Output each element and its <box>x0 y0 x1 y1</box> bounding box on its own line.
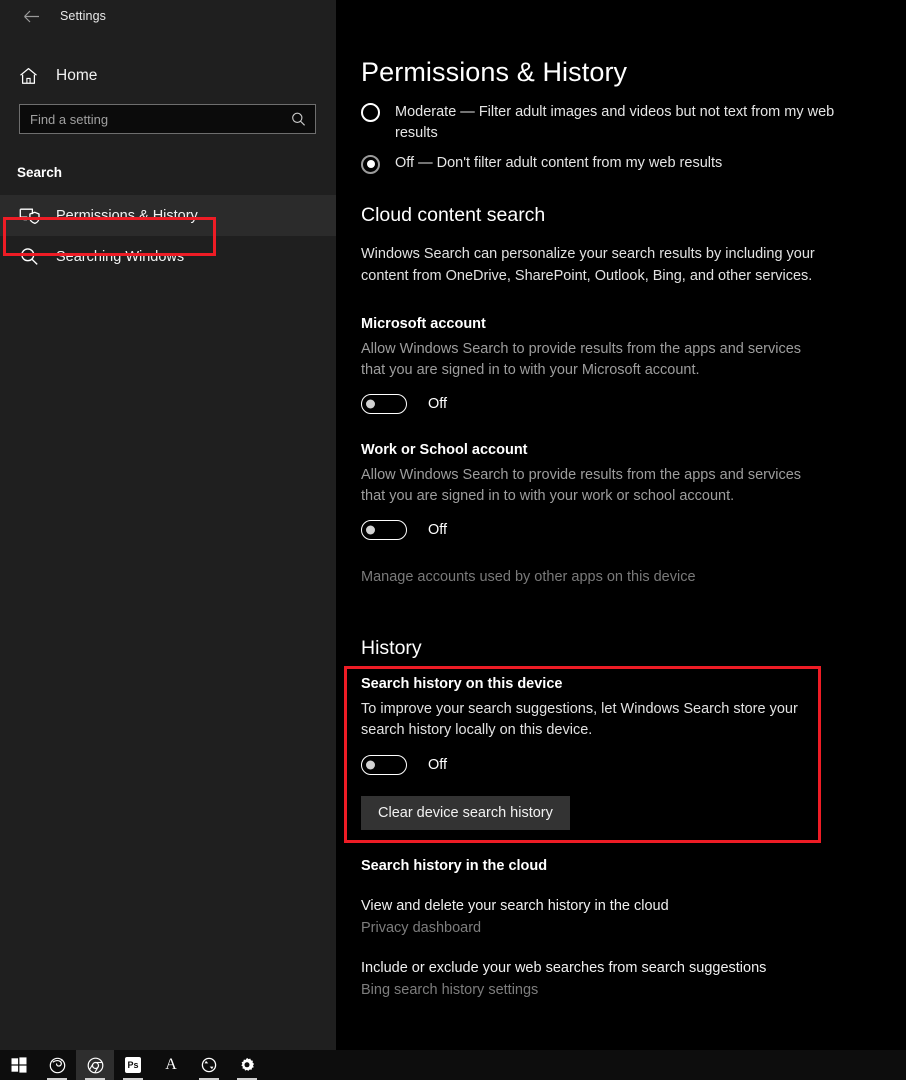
home-label: Home <box>56 67 98 84</box>
title-bar: Settings <box>0 0 336 32</box>
main-content: Permissions & History Moderate — Filter … <box>336 0 906 1050</box>
manage-accounts-link[interactable]: Manage accounts used by other apps on th… <box>361 569 696 585</box>
microsoft-account-toggle-state: Off <box>428 395 448 412</box>
taskbar-settings-button[interactable] <box>228 1050 266 1080</box>
section-heading-cloud-content-search: Cloud content search <box>361 204 546 227</box>
include-exclude-web-searches-link[interactable]: Include or exclude your web searches fro… <box>361 960 888 976</box>
taskbar-photoshop-button[interactable]: Ps <box>114 1050 152 1080</box>
gear-settings-icon <box>239 1057 255 1073</box>
photoshop-icon: Ps <box>125 1057 141 1073</box>
microsoft-account-title: Microsoft account <box>361 315 486 332</box>
device-history-description: To improve your search suggestions, let … <box>361 700 798 739</box>
clear-device-search-history-button[interactable]: Clear device search history <box>361 796 570 831</box>
taskbar-firefox-button[interactable] <box>38 1050 76 1080</box>
safesearch-option-label: Off — Don't filter adult content from my… <box>395 155 723 172</box>
work-school-account-toggle[interactable] <box>361 519 407 540</box>
section-heading-history: History <box>361 636 422 659</box>
chrome-icon <box>87 1057 104 1074</box>
font-letter-a-icon: A <box>165 1056 177 1073</box>
device-history-toggle-row: Off <box>361 755 888 776</box>
sync-refresh-icon <box>201 1057 217 1073</box>
toggle-knob <box>366 525 375 535</box>
work-school-account-toggle-row: Off <box>361 519 888 540</box>
sidebar-item-permissions-history[interactable]: Permissions & History <box>0 195 336 236</box>
microsoft-account-toggle-row: Off <box>361 393 888 414</box>
work-school-account-toggle-state: Off <box>428 521 448 538</box>
toggle-knob <box>366 760 375 770</box>
microsoft-account-description: Allow Windows Search to provide results … <box>361 340 802 378</box>
sidebar-group-title: Search <box>17 165 63 180</box>
search-history-on-this-device-card: Search history on this device To improve… <box>361 676 888 831</box>
window-title: Settings <box>60 9 106 23</box>
search-icon <box>17 246 41 268</box>
search-setting-box[interactable] <box>19 104 316 134</box>
privacy-dashboard-link[interactable]: Privacy dashboard <box>361 920 888 936</box>
taskbar: Ps A <box>0 1050 906 1080</box>
device-history-toggle-state: Off <box>428 757 448 774</box>
work-school-account-description: Allow Windows Search to provide results … <box>361 466 802 504</box>
search-input[interactable] <box>20 105 315 133</box>
sidebar-nav-list: Permissions & History Searching Windows <box>0 195 336 277</box>
search-icon <box>291 112 306 127</box>
cloud-content-description: Windows Search can personalize your sear… <box>361 246 815 284</box>
home-icon <box>17 65 39 87</box>
bing-search-history-settings-link[interactable]: Bing search history settings <box>361 982 888 998</box>
page-title: Permissions & History <box>361 57 628 87</box>
safesearch-option-off[interactable]: Off — Don't filter adult content from my… <box>361 153 888 174</box>
radio-checked-icon[interactable] <box>361 154 380 174</box>
toggle-knob <box>366 399 375 409</box>
taskbar-font-app-button[interactable]: A <box>152 1050 190 1080</box>
safesearch-option-label: Moderate — Filter adult images and video… <box>395 104 835 142</box>
windows-start-icon <box>11 1057 27 1073</box>
work-school-account-title: Work or School account <box>361 441 528 458</box>
safesearch-option-moderate[interactable]: Moderate — Filter adult images and video… <box>361 102 888 144</box>
sidebar-item-label: Permissions & History <box>56 207 198 224</box>
back-arrow-icon[interactable] <box>14 3 48 29</box>
device-history-title: Search history on this device <box>361 675 563 692</box>
settings-window: Settings Home Search <box>0 0 906 1080</box>
firefox-icon <box>49 1057 66 1074</box>
device-history-toggle[interactable] <box>361 755 407 776</box>
radio-unchecked-icon[interactable] <box>361 103 380 122</box>
view-delete-cloud-history-link[interactable]: View and delete your search history in t… <box>361 898 888 914</box>
sidebar-item-searching-windows[interactable]: Searching Windows <box>0 236 336 277</box>
sidebar: Settings Home Search <box>0 0 336 1050</box>
microsoft-account-toggle[interactable] <box>361 393 407 414</box>
taskbar-chrome-button[interactable] <box>76 1050 114 1080</box>
taskbar-sync-button[interactable] <box>190 1050 228 1080</box>
taskbar-windows-start-button[interactable] <box>0 1050 38 1080</box>
sidebar-item-label: Searching Windows <box>56 248 185 265</box>
sidebar-item-home[interactable]: Home <box>0 59 336 93</box>
cloud-history-title: Search history in the cloud <box>361 858 548 875</box>
permissions-shield-icon <box>17 205 41 227</box>
